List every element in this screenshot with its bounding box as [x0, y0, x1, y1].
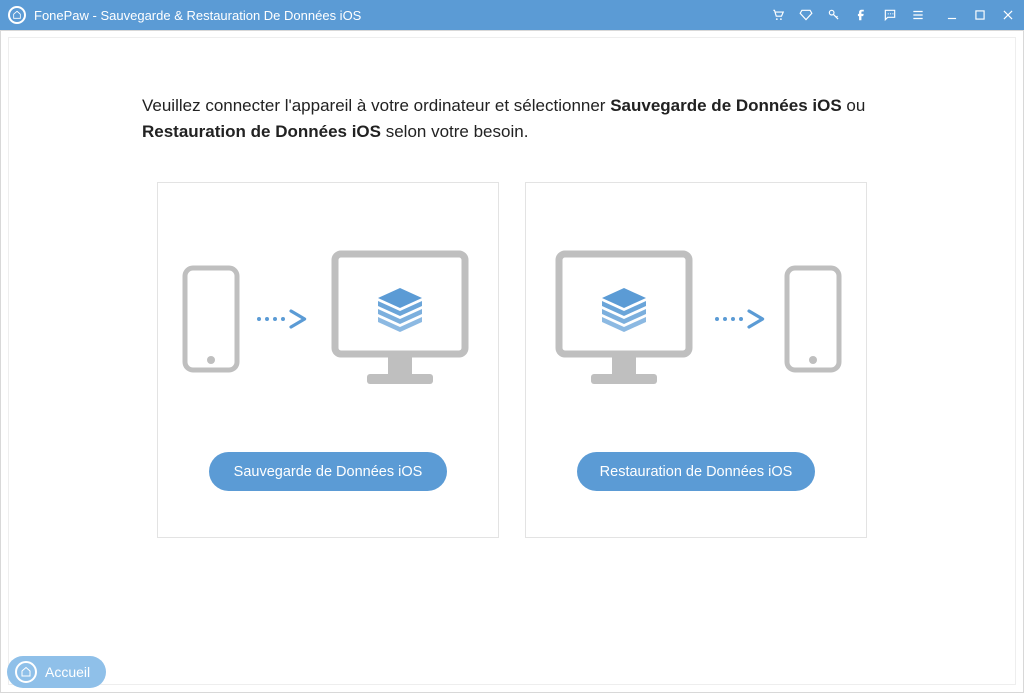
chat-icon[interactable] [882, 7, 898, 23]
instruction-text: Veuillez connecter l'appareil à votre or… [142, 93, 882, 144]
app-title: FonePaw - Sauvegarde & Restauration De D… [34, 8, 361, 23]
phone-icon [181, 264, 241, 374]
backup-button[interactable]: Sauvegarde de Données iOS [209, 452, 447, 491]
main-content: Veuillez connecter l'appareil à votre or… [0, 30, 1024, 693]
facebook-icon[interactable] [854, 7, 870, 23]
cart-icon[interactable] [770, 7, 786, 23]
restore-card: Restauration de Données iOS [525, 182, 867, 538]
close-button[interactable] [1000, 7, 1016, 23]
home-label: Accueil [45, 664, 90, 680]
home-tab[interactable]: Accueil [7, 656, 106, 688]
arrow-right-icon [713, 309, 769, 329]
arrow-right-icon [255, 309, 311, 329]
monitor-icon [325, 244, 475, 394]
monitor-icon [549, 244, 699, 394]
backup-illustration [181, 184, 475, 394]
backup-card: Sauvegarde de Données iOS [157, 182, 499, 538]
instruction-middle: ou [842, 96, 866, 115]
instruction-suffix: selon votre besoin. [381, 122, 528, 141]
instruction-prefix: Veuillez connecter l'appareil à votre or… [142, 96, 610, 115]
minimize-button[interactable] [944, 7, 960, 23]
instruction-bold1: Sauvegarde de Données iOS [610, 96, 841, 115]
diamond-icon[interactable] [798, 7, 814, 23]
restore-illustration [549, 184, 843, 394]
titlebar: FonePaw - Sauvegarde & Restauration De D… [0, 0, 1024, 30]
home-icon [15, 661, 37, 683]
maximize-button[interactable] [972, 7, 988, 23]
key-icon[interactable] [826, 7, 842, 23]
app-logo-icon [8, 6, 26, 24]
phone-icon [783, 264, 843, 374]
instruction-bold2: Restauration de Données iOS [142, 122, 381, 141]
restore-button[interactable]: Restauration de Données iOS [577, 452, 815, 491]
menu-icon[interactable] [910, 7, 926, 23]
